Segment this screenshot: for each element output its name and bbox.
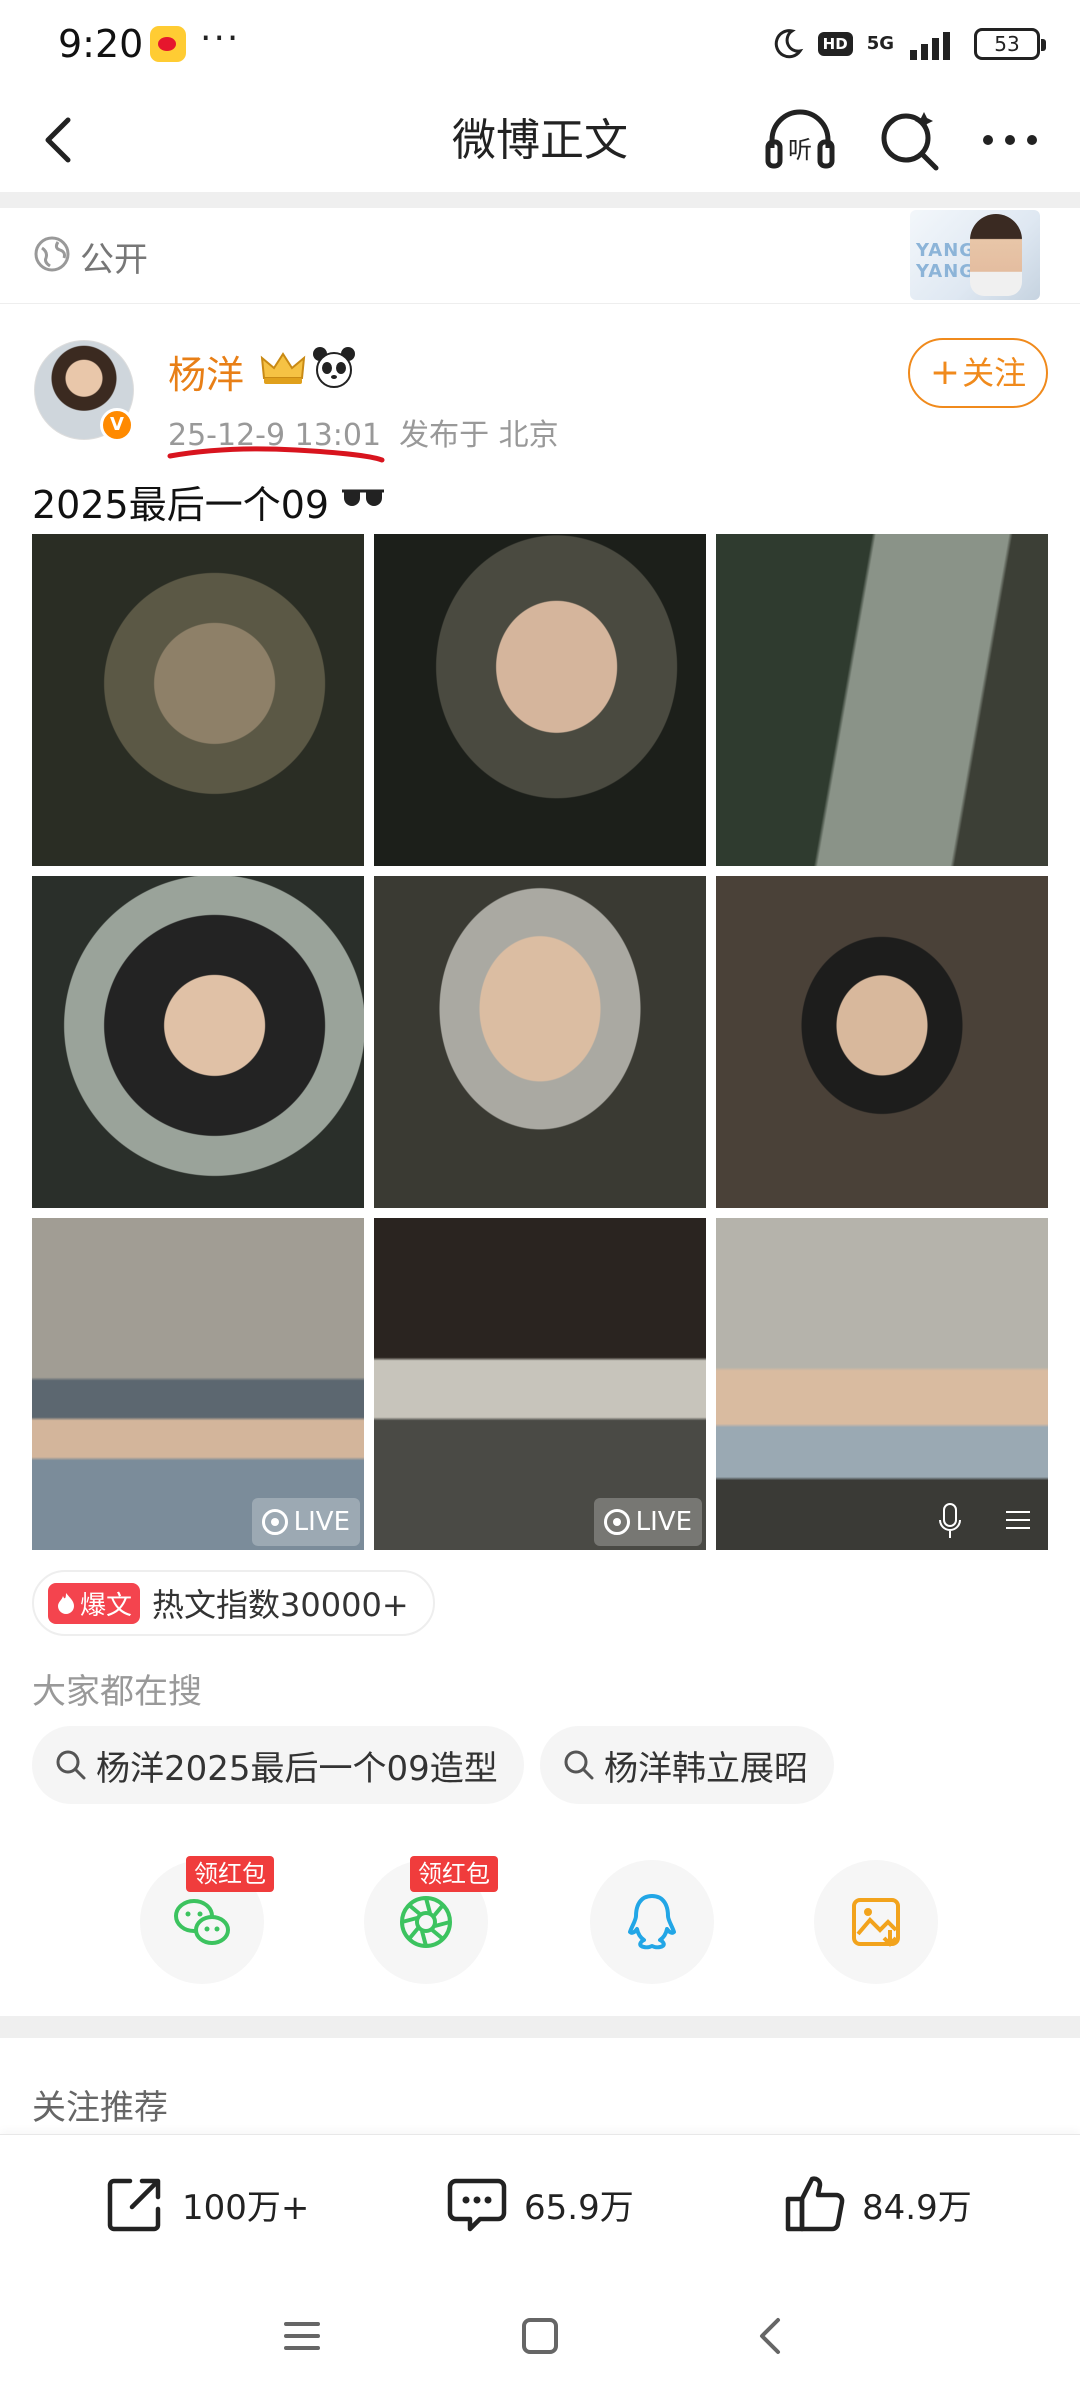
plus-icon: + bbox=[929, 352, 961, 393]
more-icon[interactable] bbox=[972, 102, 1048, 178]
signal-icon bbox=[910, 32, 950, 60]
follow-button[interactable]: +关注 bbox=[908, 338, 1048, 408]
photo-6[interactable] bbox=[716, 876, 1048, 1208]
visibility-row: 公开 YANG YANG bbox=[0, 208, 1080, 304]
photo-2[interactable] bbox=[374, 534, 706, 866]
photo-5[interactable] bbox=[374, 876, 706, 1208]
sunglasses-icon bbox=[342, 489, 384, 506]
divider bbox=[0, 192, 1080, 208]
search-icon bbox=[564, 1750, 594, 1780]
mic-overlay-icon bbox=[939, 1503, 1030, 1538]
system-back-icon[interactable] bbox=[748, 2312, 796, 2360]
photo-7[interactable]: LIVE bbox=[32, 1218, 364, 1550]
photo-8[interactable]: LIVE bbox=[374, 1218, 706, 1550]
hand-drawn-underline bbox=[167, 446, 385, 463]
qq-icon bbox=[628, 1894, 676, 1950]
globe-icon bbox=[34, 236, 70, 272]
search-icon bbox=[56, 1750, 86, 1780]
battery-icon: 53 bbox=[974, 28, 1046, 60]
visibility-label: 公开 bbox=[80, 240, 148, 280]
repost-button[interactable]: 100万+ bbox=[102, 2171, 309, 2237]
hot-index-badge[interactable]: 爆文 热文指数30000+ bbox=[32, 1570, 435, 1636]
crown-icon bbox=[260, 352, 306, 384]
like-count: 84.9万 bbox=[862, 2187, 972, 2228]
trending-search-heading: 大家都在搜 bbox=[32, 1672, 202, 1712]
photo-3[interactable] bbox=[716, 534, 1048, 866]
weibo-notification-icon bbox=[150, 26, 186, 62]
thumbs-up-icon bbox=[785, 2176, 845, 2232]
author-name[interactable]: 杨洋 bbox=[168, 344, 244, 399]
post-action-bar: 100万+ 65.9万 84.9万 bbox=[0, 2134, 1080, 2272]
hd-icon: HD bbox=[817, 32, 853, 56]
status-time: 9:20 bbox=[58, 22, 144, 66]
save-image-button[interactable] bbox=[814, 1860, 938, 1984]
search-suggestion-chip[interactable]: 杨洋韩立展昭 bbox=[540, 1726, 834, 1804]
live-badge: LIVE bbox=[251, 1498, 360, 1546]
moon-icon bbox=[774, 29, 803, 59]
comment-icon bbox=[447, 2178, 507, 2232]
live-label: LIVE bbox=[293, 1507, 350, 1537]
search-suggestion-label: 杨洋2025最后一个09造型 bbox=[96, 1748, 498, 1789]
live-badge: LIVE bbox=[593, 1498, 702, 1546]
comment-count: 65.9万 bbox=[524, 2187, 634, 2228]
post-location: 发布于 北京 bbox=[399, 418, 559, 453]
hot-tag: 爆文 bbox=[48, 1582, 141, 1624]
follow-recommendations-heading: 关注推荐 bbox=[32, 2088, 168, 2128]
red-packet-badge: 领红包 bbox=[186, 1856, 274, 1892]
divider bbox=[0, 2016, 1080, 2038]
verified-badge: V bbox=[100, 408, 134, 442]
home-icon[interactable] bbox=[516, 2312, 564, 2360]
network-label: 5G bbox=[866, 33, 894, 54]
post-text: 2025最后一个09 bbox=[32, 483, 330, 527]
hot-tag-label: 爆文 bbox=[80, 1590, 133, 1621]
back-arrow-icon[interactable] bbox=[28, 108, 92, 172]
wechat-icon bbox=[174, 1899, 230, 1945]
red-packet-badge: 领红包 bbox=[410, 1856, 498, 1892]
decoration-banner[interactable]: YANG YANG bbox=[910, 210, 1040, 300]
recent-apps-icon[interactable] bbox=[278, 2312, 326, 2360]
share-qq-button[interactable] bbox=[590, 1860, 714, 1984]
follow-label: 关注 bbox=[962, 354, 1027, 392]
system-navigation-bar bbox=[0, 2272, 1080, 2400]
live-icon bbox=[603, 1509, 630, 1535]
headphones-listen-icon[interactable]: 听 bbox=[762, 102, 838, 178]
search-suggestion-label: 杨洋韩立展昭 bbox=[604, 1748, 808, 1789]
photo-4[interactable] bbox=[32, 876, 364, 1208]
live-icon bbox=[261, 1509, 288, 1535]
search-icon[interactable] bbox=[872, 102, 948, 178]
like-button[interactable]: 84.9万 bbox=[782, 2171, 972, 2237]
photo-1[interactable] bbox=[32, 534, 364, 866]
photo-9[interactable] bbox=[716, 1218, 1048, 1550]
moments-icon bbox=[400, 1896, 452, 1948]
status-bar: 9:20 ··· HD 5G 53 bbox=[0, 0, 1080, 90]
save-image-icon bbox=[852, 1898, 900, 1947]
photo-grid: LIVE LIVE bbox=[32, 534, 1048, 1550]
top-nav-bar: 微博正文 听 bbox=[0, 90, 1080, 190]
svg-text:听: 听 bbox=[788, 136, 812, 164]
banner-portrait bbox=[970, 214, 1022, 296]
search-suggestion-chip[interactable]: 杨洋2025最后一个09造型 bbox=[32, 1726, 524, 1804]
live-label: LIVE bbox=[635, 1507, 692, 1537]
comment-button[interactable]: 65.9万 bbox=[444, 2171, 634, 2237]
repost-count: 100万+ bbox=[182, 2187, 310, 2228]
more-notifications-icon: ··· bbox=[200, 18, 241, 59]
fire-icon bbox=[58, 1593, 74, 1614]
panda-icon bbox=[313, 347, 355, 388]
repost-icon bbox=[107, 2178, 161, 2232]
hot-index-text: 热文指数30000+ bbox=[152, 1586, 409, 1624]
